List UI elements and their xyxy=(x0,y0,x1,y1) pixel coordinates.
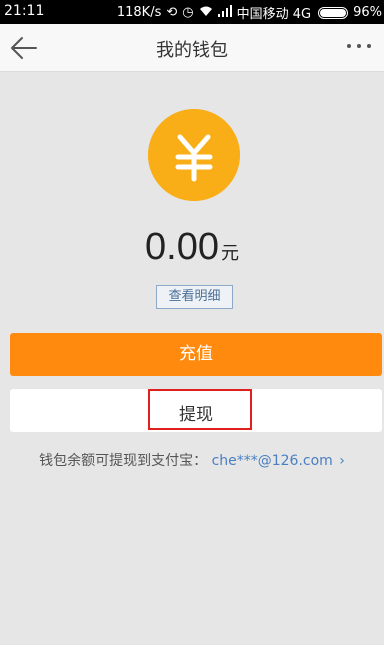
status-indicators: 118K/s ⟲ ◷ 中国移动 4G 96% xyxy=(117,3,382,22)
chevron-right-icon: › xyxy=(339,453,345,469)
withdraw-info[interactable]: 钱包余额可提现到支付宝： che***@126.com › xyxy=(0,450,384,470)
highlight-box xyxy=(148,389,252,430)
sync-off-icon: ⟲ xyxy=(166,5,178,20)
page-title: 我的钱包 xyxy=(156,40,228,61)
alarm-icon: ◷ xyxy=(182,5,194,20)
withdraw-button[interactable]: 提现 xyxy=(10,389,382,432)
battery-icon xyxy=(318,6,349,19)
wifi-icon xyxy=(199,5,213,21)
yuan-coin-icon xyxy=(148,109,240,201)
status-bar: 21:11 118K/s ⟲ ◷ 中国移动 4G 96% xyxy=(0,0,384,24)
balance-amount: 0.00 xyxy=(145,226,219,268)
battery-level: 96% xyxy=(353,5,382,20)
signal-icon xyxy=(217,4,232,21)
recharge-button[interactable]: 充值 xyxy=(10,333,382,376)
view-details-link[interactable]: 查看明细 xyxy=(156,285,233,309)
balance-unit: 元 xyxy=(220,243,239,264)
nav-bar: 我的钱包 xyxy=(0,24,384,72)
carrier-label: 中国移动 4G xyxy=(236,7,312,22)
network-speed: 118K/s xyxy=(116,5,162,20)
withdraw-info-text: 钱包余额可提现到支付宝： xyxy=(39,453,208,469)
more-icon[interactable] xyxy=(344,36,374,56)
alipay-account: che***@126.com xyxy=(211,453,333,469)
status-time: 21:11 xyxy=(4,3,45,19)
balance: 0.00 元 xyxy=(0,226,384,269)
